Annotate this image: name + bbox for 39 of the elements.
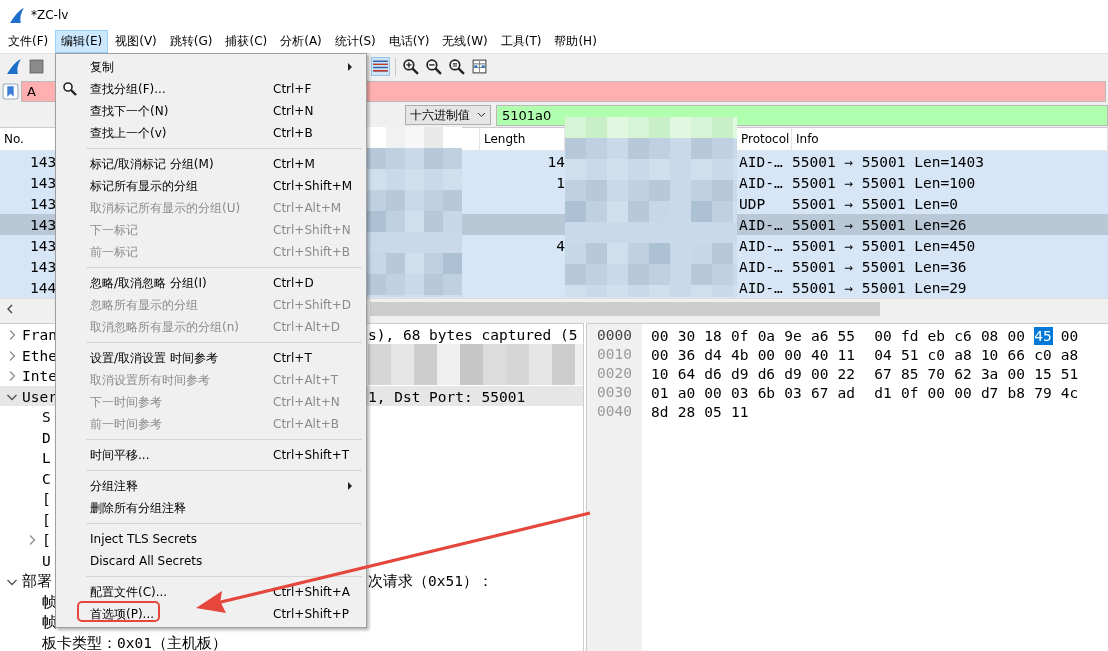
offset-label: 0020 bbox=[596, 364, 633, 383]
tree-item-text: D bbox=[42, 429, 51, 446]
table-cell: 143 bbox=[30, 237, 57, 254]
tree-item-text: Ethe bbox=[22, 347, 57, 364]
table-cell: 55001 → 55001 Len=1403 bbox=[792, 153, 985, 170]
offset-label: 0010 bbox=[596, 345, 633, 364]
table-cell: 4 bbox=[556, 237, 565, 254]
table-cell: 143 bbox=[30, 153, 57, 170]
table-cell: 143 bbox=[30, 174, 57, 191]
table-cell: 144 bbox=[30, 279, 57, 296]
offset-label: 0000 bbox=[596, 326, 633, 345]
table-cell: AID-… bbox=[739, 237, 783, 254]
offset-label: 0030 bbox=[596, 383, 633, 402]
table-cell: 1 bbox=[556, 174, 565, 191]
table-cell: 143 bbox=[30, 216, 57, 233]
table-cell: AID-… bbox=[739, 216, 783, 233]
table-cell: 55001 → 55001 Len=36 bbox=[792, 258, 967, 275]
table-cell: 143 bbox=[30, 258, 57, 275]
table-cell: 55001 → 55001 Len=100 bbox=[792, 174, 976, 191]
table-cell: 55001 → 55001 Len=29 bbox=[792, 279, 967, 296]
offset-label: 0040 bbox=[596, 402, 633, 421]
table-cell: AID-… bbox=[739, 153, 783, 170]
tree-item-text: 次请求（0x51）： bbox=[368, 572, 494, 591]
table-cell: 143 bbox=[30, 195, 57, 212]
table-cell: 14 bbox=[547, 153, 565, 170]
tree-item-text: [ bbox=[42, 532, 51, 549]
table-cell: AID-… bbox=[739, 279, 783, 296]
table-cell: 55001 → 55001 Len=26 bbox=[792, 216, 967, 233]
tree-item-text: 部署 bbox=[22, 572, 52, 591]
table-cell: 55001 → 55001 Len=450 bbox=[792, 237, 976, 254]
tree-item-text: 板卡类型：0x01（主机板） bbox=[42, 633, 227, 651]
table-cell: AID-… bbox=[739, 174, 783, 191]
tree-item-text: s), 68 bytes captured (5 bbox=[368, 327, 579, 344]
window-title: *ZC-lv bbox=[31, 8, 69, 22]
tree-item-text: User bbox=[22, 388, 57, 405]
table-cell: UDP bbox=[739, 195, 766, 212]
tree-item-text: 1, Dst Port: 55001 bbox=[368, 388, 527, 405]
table-cell: AID-… bbox=[739, 258, 783, 275]
table-cell: 55001 → 55001 Len=0 bbox=[792, 195, 958, 212]
